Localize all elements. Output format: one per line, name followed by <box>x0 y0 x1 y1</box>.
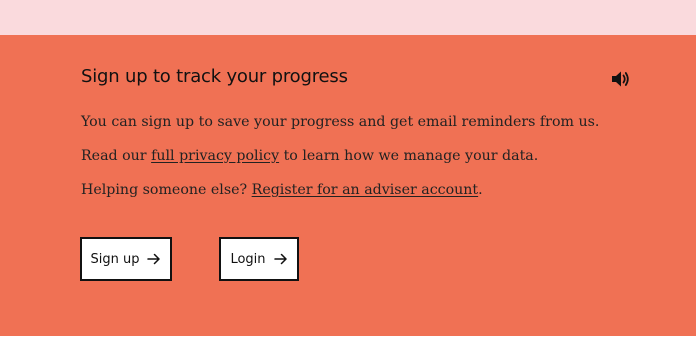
sign-up-label: Sign up <box>90 251 140 267</box>
register-adviser-link[interactable]: Register for an adviser account <box>252 182 479 198</box>
adviser-text-after: . <box>478 182 483 198</box>
panel-title: Sign up to track your progress <box>81 66 348 87</box>
arrow-right-icon <box>273 253 288 265</box>
privacy-text-before: Read our <box>81 148 152 164</box>
sign-up-button[interactable]: Sign up <box>80 237 172 281</box>
login-label: Login <box>230 251 266 267</box>
privacy-text-after: to learn how we manage your data. <box>279 148 539 164</box>
top-strip <box>0 0 696 35</box>
save-progress-text: You can sign up to save your progress an… <box>81 114 600 130</box>
bottom-strip <box>0 336 696 362</box>
login-button[interactable]: Login <box>219 237 299 281</box>
adviser-text-before: Helping someone else? <box>81 182 252 198</box>
speaker-icon[interactable] <box>611 70 631 88</box>
arrow-right-icon <box>147 253 161 265</box>
adviser-text: Helping someone else? Register for an ad… <box>81 182 483 198</box>
privacy-policy-link[interactable]: full privacy policy <box>151 148 279 164</box>
privacy-text: Read our full privacy policy to learn ho… <box>81 148 538 164</box>
